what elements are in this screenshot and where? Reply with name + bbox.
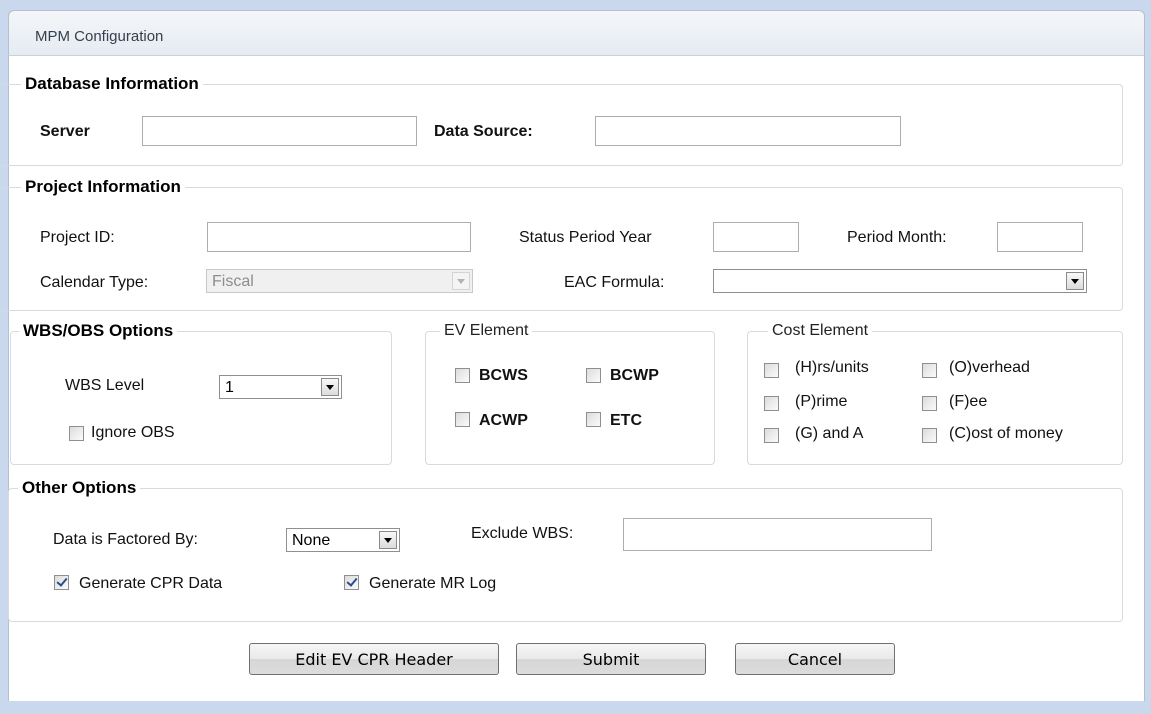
ev-element-legend: EV Element	[440, 321, 533, 341]
bcws-checkbox[interactable]	[455, 368, 470, 383]
database-information-legend: Database Information	[21, 74, 203, 94]
exclude-wbs-label: Exclude WBS:	[471, 525, 574, 542]
acwp-label[interactable]: ACWP	[479, 411, 528, 431]
server-label: Server	[40, 123, 90, 140]
etc-checkbox[interactable]	[586, 412, 601, 427]
other-options-legend: Other Options	[18, 478, 141, 498]
generate-cpr-data-checkbox[interactable]	[54, 575, 69, 590]
wbs-level-select[interactable]: 1	[219, 375, 342, 399]
server-input[interactable]	[142, 116, 417, 146]
overhead-label[interactable]: (O)verhead	[949, 358, 1030, 378]
status-period-year-input[interactable]	[713, 222, 799, 252]
bcwp-checkbox[interactable]	[586, 368, 601, 383]
chevron-down-icon[interactable]	[1066, 272, 1084, 290]
prime-label[interactable]: (P)rime	[795, 392, 847, 412]
g-and-a-checkbox[interactable]	[764, 428, 779, 443]
project-id-input[interactable]	[207, 222, 471, 252]
wbs-obs-options-legend: WBS/OBS Options	[19, 321, 178, 341]
ev-element-group: EV Element	[425, 321, 715, 465]
title-bar: MPM Configuration	[8, 10, 1145, 56]
data-factored-by-value: None	[292, 532, 331, 549]
eac-formula-label: EAC Formula:	[564, 274, 665, 291]
chevron-down-icon[interactable]	[321, 378, 339, 396]
bcws-label[interactable]: BCWS	[479, 366, 528, 386]
ignore-obs-label[interactable]: Ignore OBS	[91, 423, 175, 443]
g-and-a-label[interactable]: (G) and A	[795, 424, 863, 444]
etc-label[interactable]: ETC	[610, 411, 642, 431]
generate-mr-log-label[interactable]: Generate MR Log	[369, 574, 496, 594]
other-options-group: Other Options	[8, 478, 1123, 622]
project-id-label: Project ID:	[40, 229, 115, 246]
generate-mr-log-checkbox[interactable]	[344, 575, 359, 590]
project-information-legend: Project Information	[21, 177, 185, 197]
status-period-year-label: Status Period Year	[519, 229, 652, 246]
cost-element-legend: Cost Element	[768, 321, 873, 341]
window-title: MPM Configuration	[35, 28, 164, 45]
chevron-down-icon	[452, 272, 470, 290]
period-month-label: Period Month:	[847, 229, 947, 246]
bcwp-label[interactable]: BCWP	[610, 366, 659, 386]
dialog-body: Database Information Server Data Source:…	[1, 56, 1145, 701]
generate-cpr-data-label[interactable]: Generate CPR Data	[79, 574, 222, 594]
calendar-type-value: Fiscal	[212, 273, 254, 290]
edit-ev-cpr-header-button[interactable]: Edit EV CPR Header	[249, 643, 499, 675]
overhead-checkbox[interactable]	[922, 363, 937, 378]
wbs-level-label: WBS Level	[65, 377, 145, 394]
calendar-type-label: Calendar Type:	[40, 274, 149, 291]
ignore-obs-checkbox[interactable]	[69, 426, 84, 441]
wbs-level-value: 1	[225, 379, 234, 396]
exclude-wbs-input[interactable]	[623, 518, 932, 551]
period-month-input[interactable]	[997, 222, 1083, 252]
fee-checkbox[interactable]	[922, 396, 937, 411]
hrs-units-label[interactable]: (H)rs/units	[795, 358, 869, 378]
submit-button[interactable]: Submit	[516, 643, 706, 675]
prime-checkbox[interactable]	[764, 396, 779, 411]
data-factored-by-select[interactable]: None	[286, 528, 400, 552]
eac-formula-select[interactable]	[713, 269, 1087, 293]
acwp-checkbox[interactable]	[455, 412, 470, 427]
config-window: MPM Configuration Database Information S…	[0, 0, 1151, 714]
data-source-input[interactable]	[595, 116, 901, 146]
data-factored-by-label: Data is Factored By:	[53, 531, 198, 548]
cost-of-money-label[interactable]: (C)ost of money	[949, 424, 1063, 444]
fee-label[interactable]: (F)ee	[949, 392, 987, 412]
cancel-button[interactable]: Cancel	[735, 643, 895, 675]
calendar-type-select: Fiscal	[206, 269, 473, 293]
data-source-label: Data Source:	[434, 123, 533, 140]
hrs-units-checkbox[interactable]	[764, 363, 779, 378]
cost-of-money-checkbox[interactable]	[922, 428, 937, 443]
chevron-down-icon[interactable]	[379, 531, 397, 549]
